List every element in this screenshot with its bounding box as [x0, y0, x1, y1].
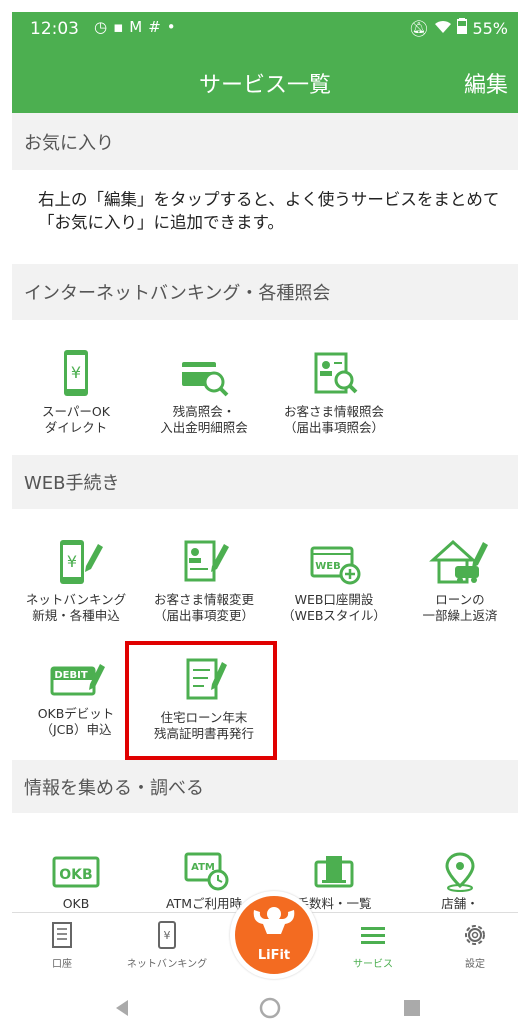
tile-label-line1: ローンの [435, 592, 485, 607]
phone-yen-icon: ¥ [64, 350, 88, 396]
status-bar: 12:03 ◷▪M#• 🔕︎ 55% [12, 12, 518, 44]
okb-logo-icon: OKB [52, 856, 100, 888]
nav-label: ネットバンキング [126, 959, 208, 970]
slack-icon: # [148, 18, 167, 36]
tile-label-line2: （WEBスタイル） [282, 608, 386, 623]
house-car-pen-icon [429, 539, 488, 584]
section-header-info: 情報を集める・調べる [12, 760, 518, 813]
tile-label: 店舗・ [441, 896, 479, 911]
page-title: サービス一覧 [198, 73, 331, 98]
tile-label-line1: OKBデビット [37, 706, 115, 721]
favorites-description: 右上の「編集」をタップすると、よく使うサービスをまとめて「お気に入り」に追加でき… [38, 190, 500, 232]
nav-label: LiFit [257, 948, 291, 963]
atm-icon-text: ATM [191, 862, 215, 873]
battery-icon [456, 18, 469, 35]
nav-item-account[interactable]: 口座 [17, 921, 107, 970]
okb-icon-text: OKB [59, 867, 92, 883]
section-header-internet-banking: インターネットバンキング・各種照会 [12, 264, 518, 320]
service-okb-debit-apply[interactable]: DEBIT OKBデビット （JCB）申込 [12, 658, 140, 738]
nav-label: 設定 [465, 959, 485, 970]
svg-text:¥: ¥ [67, 552, 77, 571]
wifi-icon [435, 20, 452, 33]
tile-label-line2: 入出金明細照会 [160, 420, 248, 435]
home-icon[interactable] [258, 996, 282, 1020]
service-customer-info-change[interactable]: お客さま情報変更 （届出事項変更） [140, 536, 268, 624]
bottom-nav: 口座 ¥ ネットバンキング LiFit サービス 設定 [12, 891, 518, 988]
svg-text:¥: ¥ [71, 363, 81, 382]
tile-label-line2: （届出事項変更） [153, 608, 254, 623]
menu-icon [361, 927, 385, 944]
nav-item-lifit[interactable]: LiFit [230, 891, 318, 979]
service-loan-prepayment[interactable]: ローンの 一部繰上返済 [396, 536, 518, 624]
svg-text:¥: ¥ [164, 929, 171, 942]
recents-icon[interactable] [404, 1000, 420, 1016]
edit-button[interactable]: 編集 [464, 67, 508, 99]
nav-item-services[interactable]: サービス [328, 921, 418, 970]
alarm-icon: ◷ [94, 18, 114, 36]
service-netbanking-apply[interactable]: ¥ ネットバンキング 新規・各種申込 [12, 536, 140, 624]
page: 12:03 ◷▪M#• 🔕︎ 55% サービス一覧 編集 お気に入り 右上の「編… [0, 0, 518, 1020]
passbook-icon [52, 922, 72, 948]
tile-label-line2: ダイレクト [44, 420, 108, 435]
mute-icon: 🔕︎ [408, 19, 430, 38]
service-customer-info-inquiry[interactable]: お客さま情報照会 （届出事項照会） [270, 348, 398, 436]
web-account-open-icon: WEB [310, 546, 361, 585]
atm-clock-icon: ATM [184, 852, 229, 891]
tile-label: OKB [62, 896, 90, 911]
tile-label-line1: お客さま情報変更 [153, 592, 254, 607]
system-nav-bar [12, 988, 518, 1020]
status-system-icons: 🔕︎ 55% [409, 18, 508, 38]
app-header: 12:03 ◷▪M#• 🔕︎ 55% サービス一覧 編集 [12, 12, 518, 113]
tile-label-line2: （JCB）申込 [40, 722, 112, 737]
battery-level: 55% [472, 19, 508, 38]
nav-label: 口座 [52, 959, 72, 970]
status-time: 12:03 [30, 19, 79, 39]
service-web-account-opening[interactable]: WEB WEB口座開設 （WEBスタイル） [270, 536, 398, 624]
service-branch-search[interactable]: 店舗・ [396, 852, 518, 912]
section-header-favorites: お気に入り [12, 113, 518, 170]
card-search-icon [182, 362, 229, 397]
atm-card-icon [314, 856, 354, 888]
tile-label-line2: 新規・各種申込 [32, 608, 120, 623]
service-super-ok-direct[interactable]: ¥ スーパーOK ダイレクト [12, 348, 140, 436]
profile-search-icon [314, 352, 358, 394]
phone-yen-icon: ¥ [158, 921, 176, 949]
profile-edit-icon [184, 540, 229, 582]
service-balance-inquiry[interactable]: 残高照会・ 入出金明細照会 [140, 348, 268, 436]
tile-label-line1: 残高照会・ [172, 404, 236, 419]
tile-label-line1: ネットバンキング [25, 592, 127, 607]
nav-item-netbanking[interactable]: ¥ ネットバンキング [122, 921, 212, 970]
lifit-muscle-icon [253, 907, 295, 934]
gear-icon [465, 925, 485, 945]
phone-yen-pen-icon: ¥ [60, 540, 103, 584]
news-icon: ▪ [113, 18, 130, 36]
tile-label-line2: 一部繰上返済 [422, 608, 498, 623]
gmail-icon: M [129, 18, 149, 36]
location-pin-icon [445, 852, 475, 892]
tile-label-line2: （届出事項照会） [283, 420, 384, 435]
debit-icon-text: DEBIT [54, 670, 87, 681]
nav-item-settings[interactable]: 設定 [430, 921, 518, 970]
tile-label-line1: スーパーOK [42, 404, 110, 419]
debit-card-pen-icon: DEBIT [50, 664, 105, 696]
tile-label-line1: WEB口座開設 [294, 592, 374, 607]
dot-icon: • [166, 18, 182, 36]
tile-label-line1: お客さま情報照会 [283, 404, 384, 419]
back-icon[interactable] [116, 1000, 130, 1016]
web-icon-text: WEB [315, 561, 340, 572]
section-header-web-procedures: WEB手続き [12, 455, 518, 509]
service-okb[interactable]: OKB OKB [12, 852, 140, 912]
nav-label: サービス [353, 959, 393, 970]
highlight-box [125, 641, 277, 760]
status-notification-icons: ◷▪M#• [94, 18, 182, 36]
